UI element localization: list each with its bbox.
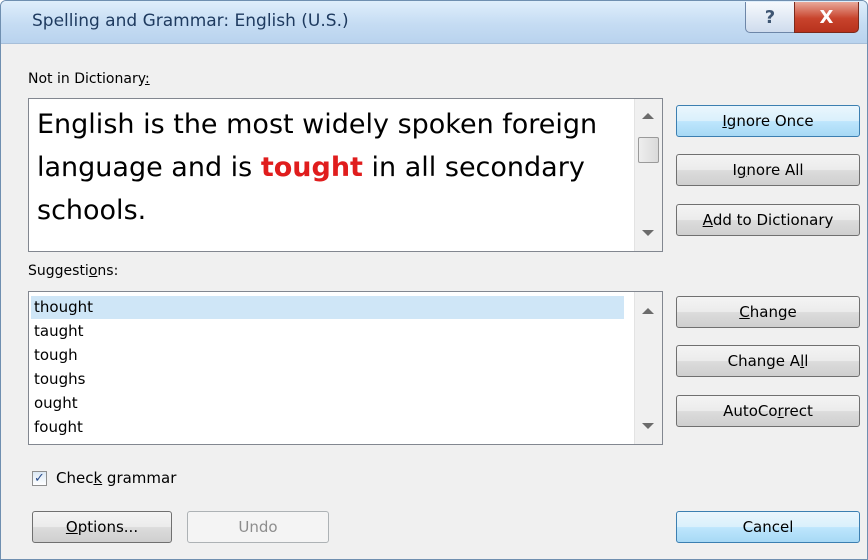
- scroll-down-arrow-icon[interactable]: [642, 423, 654, 429]
- title-bar[interactable]: Spelling and Grammar: English (U.S.) ? X: [1, 1, 867, 44]
- help-button[interactable]: ?: [745, 2, 795, 33]
- button-text: Change A: [727, 352, 801, 370]
- suggestions-list[interactable]: thought taught tough toughs ought fought: [28, 291, 663, 445]
- ignore-once-button[interactable]: Ignore Once: [676, 105, 860, 137]
- misspelled-word: tought: [260, 152, 363, 183]
- scroll-down-arrow-icon[interactable]: [642, 230, 654, 236]
- window-title: Spelling and Grammar: English (U.S.): [32, 11, 349, 31]
- label-text: Not in Dictionary: [28, 71, 145, 87]
- add-to-dictionary-button[interactable]: Add to Dictionary: [676, 204, 860, 236]
- autocorrect-button[interactable]: AutoCo r rect: [676, 395, 860, 427]
- suggestion-item[interactable]: fought: [31, 416, 624, 439]
- close-button[interactable]: X: [794, 2, 859, 33]
- label-text: Chec: [56, 469, 94, 487]
- spelling-grammar-dialog: Spelling and Grammar: English (U.S.) ? X…: [0, 0, 868, 560]
- button-accelerator: g: [736, 161, 747, 179]
- label-accelerator: k: [93, 469, 103, 487]
- check-grammar-checkbox[interactable]: ✓: [32, 471, 47, 486]
- label-text: Suggesti: [28, 263, 89, 279]
- button-accelerator: A: [702, 211, 713, 229]
- button-text: ptions...: [77, 518, 139, 536]
- button-text: rect: [783, 402, 813, 420]
- scroll-thumb[interactable]: [638, 137, 659, 163]
- button-accelerator: O: [65, 518, 78, 536]
- label-text: ns:: [97, 263, 119, 279]
- button-text: Cancel: [742, 518, 794, 536]
- undo-button[interactable]: Undo: [187, 511, 329, 543]
- suggestion-item[interactable]: thought: [31, 296, 624, 319]
- options-button[interactable]: Options...: [32, 511, 172, 543]
- cancel-button[interactable]: Cancel: [676, 511, 860, 543]
- not-in-dictionary-textbox[interactable]: English is the most widely spoken foreig…: [28, 98, 663, 252]
- suggestion-item[interactable]: tough: [31, 344, 624, 367]
- suggestion-item[interactable]: taught: [31, 320, 624, 343]
- check-grammar-label[interactable]: Check grammar: [56, 469, 176, 487]
- scroll-up-arrow-icon[interactable]: [642, 308, 654, 314]
- sentence-text[interactable]: English is the most widely spoken foreig…: [37, 103, 622, 232]
- button-text: gnore Once: [726, 112, 814, 130]
- not-in-dictionary-label: Not in Dictionary:: [28, 71, 150, 87]
- button-text: hange: [749, 303, 797, 321]
- scroll-up-arrow-icon[interactable]: [642, 113, 654, 119]
- button-text: nore All: [746, 161, 804, 179]
- label-accelerator: :: [144, 71, 150, 87]
- checkmark-icon: ✓: [34, 471, 45, 486]
- suggestions-scrollbar[interactable]: [634, 292, 662, 444]
- textbox-scrollbar[interactable]: [634, 99, 662, 251]
- suggestion-item[interactable]: ought: [31, 392, 624, 415]
- help-icon: ?: [764, 6, 776, 28]
- button-text: AutoCo: [723, 402, 778, 420]
- change-all-button[interactable]: Change All: [676, 345, 860, 377]
- label-text: grammar: [102, 469, 177, 487]
- button-text: l: [804, 352, 809, 370]
- suggestions-label: Suggestions:: [28, 263, 118, 279]
- suggestion-item[interactable]: toughs: [31, 368, 624, 391]
- ignore-all-button[interactable]: Ig nore All: [676, 154, 860, 186]
- change-button[interactable]: Change: [676, 296, 860, 328]
- button-text: Undo: [238, 518, 278, 536]
- close-icon: X: [819, 6, 834, 28]
- button-text: dd to Dictionary: [712, 211, 834, 229]
- button-accelerator: C: [739, 303, 750, 321]
